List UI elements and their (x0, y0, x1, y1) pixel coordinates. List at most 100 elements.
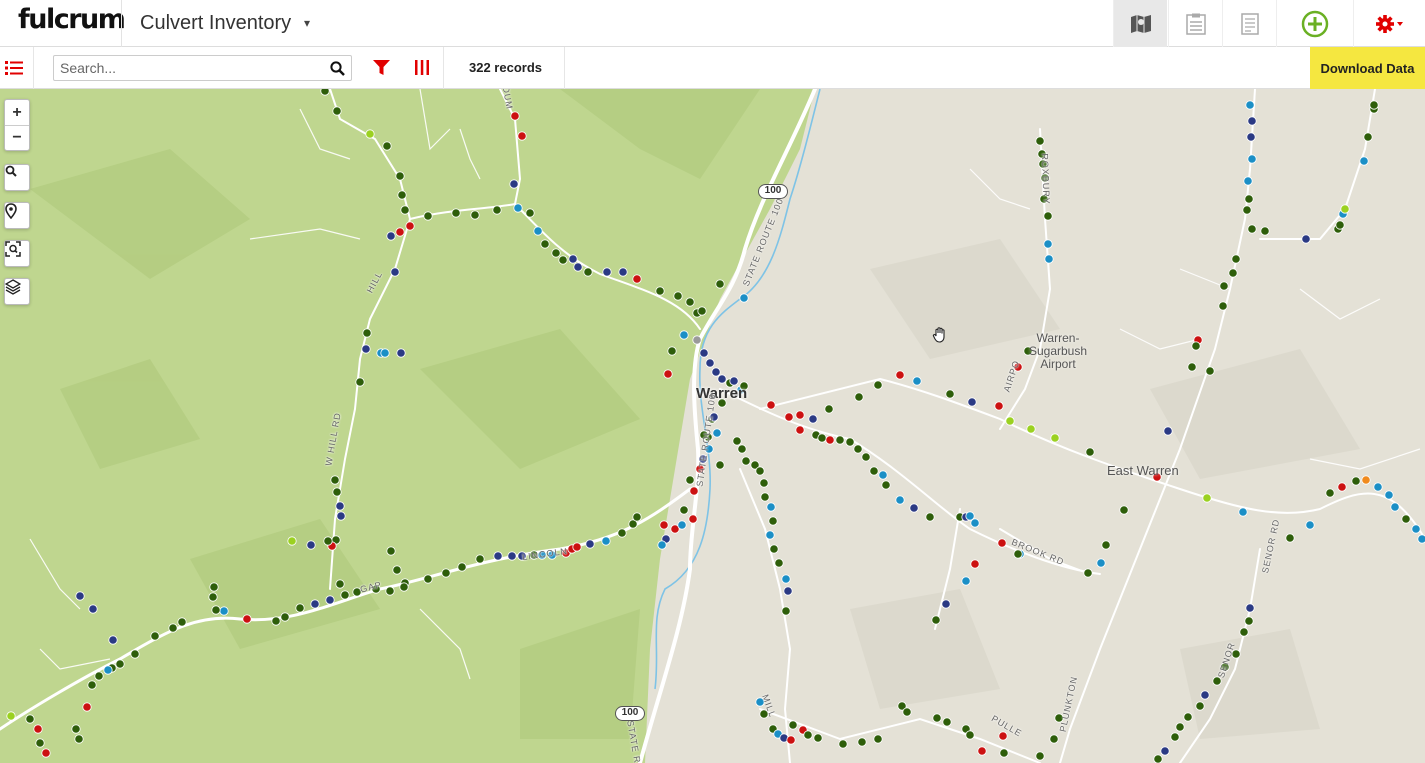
culvert-marker[interactable] (392, 565, 402, 575)
map-search-button[interactable] (5, 165, 29, 190)
culvert-marker[interactable] (130, 649, 140, 659)
culvert-marker[interactable] (150, 631, 160, 641)
culvert-marker[interactable] (755, 466, 765, 476)
culvert-marker[interactable] (895, 495, 905, 505)
culvert-marker[interactable] (1390, 502, 1400, 512)
columns-icon[interactable] (414, 60, 430, 75)
culvert-marker[interactable] (967, 397, 977, 407)
culvert-marker[interactable] (717, 374, 727, 384)
culvert-marker[interactable] (1335, 220, 1345, 230)
culvert-marker[interactable] (781, 606, 791, 616)
culvert-marker[interactable] (732, 436, 742, 446)
culvert-marker[interactable] (1244, 616, 1254, 626)
culvert-marker[interactable] (88, 604, 98, 614)
map-canvas[interactable]: + − Warren Warren-Sugarbush Airport East… (0, 89, 1425, 763)
culvert-marker[interactable] (618, 267, 628, 277)
culvert-marker[interactable] (507, 551, 517, 561)
culvert-marker[interactable] (697, 306, 707, 316)
culvert-marker[interactable] (1191, 341, 1201, 351)
culvert-marker[interactable] (108, 635, 118, 645)
culvert-marker[interactable] (1260, 226, 1270, 236)
culvert-marker[interactable] (1035, 136, 1045, 146)
culvert-marker[interactable] (525, 208, 535, 218)
culvert-marker[interactable] (632, 512, 642, 522)
culvert-marker[interactable] (1175, 722, 1185, 732)
culvert-marker[interactable] (94, 671, 104, 681)
culvert-marker[interactable] (1005, 416, 1015, 426)
culvert-marker[interactable] (396, 348, 406, 358)
culvert-marker[interactable] (1200, 690, 1210, 700)
add-record-button[interactable] (1276, 0, 1353, 47)
culvert-marker[interactable] (925, 512, 935, 522)
culvert-marker[interactable] (813, 733, 823, 743)
culvert-marker[interactable] (362, 328, 372, 338)
culvert-marker[interactable] (766, 400, 776, 410)
culvert-marker[interactable] (1245, 603, 1255, 613)
culvert-marker[interactable] (673, 291, 683, 301)
culvert-marker[interactable] (493, 551, 503, 561)
culvert-marker[interactable] (712, 428, 722, 438)
culvert-marker[interactable] (878, 470, 888, 480)
culvert-marker[interactable] (1244, 194, 1254, 204)
culvert-marker[interactable] (1247, 224, 1257, 234)
list-toggle-icon[interactable] (5, 61, 23, 75)
culvert-marker[interactable] (558, 255, 568, 265)
culvert-marker[interactable] (655, 286, 665, 296)
map-view-button[interactable] (1113, 0, 1167, 47)
filter-icon[interactable] (373, 60, 390, 76)
culvert-marker[interactable] (795, 425, 805, 435)
culvert-marker[interactable] (75, 591, 85, 601)
culvert-marker[interactable] (33, 724, 43, 734)
culvert-marker[interactable] (769, 544, 779, 554)
culvert-marker[interactable] (533, 226, 543, 236)
culvert-marker[interactable] (1231, 254, 1241, 264)
culvert-marker[interactable] (783, 586, 793, 596)
culvert-marker[interactable] (572, 542, 582, 552)
culvert-marker[interactable] (1218, 301, 1228, 311)
culvert-marker[interactable] (861, 452, 871, 462)
culvert-marker[interactable] (71, 724, 81, 734)
culvert-marker[interactable] (310, 599, 320, 609)
culvert-marker[interactable] (325, 595, 335, 605)
culvert-marker[interactable] (998, 731, 1008, 741)
culvert-marker[interactable] (677, 520, 687, 530)
culvert-marker[interactable] (845, 437, 855, 447)
culvert-marker[interactable] (1050, 433, 1060, 443)
culvert-marker[interactable] (1202, 493, 1212, 503)
culvert-marker[interactable] (380, 348, 390, 358)
culvert-marker[interactable] (585, 539, 595, 549)
culvert-marker[interactable] (965, 730, 975, 740)
zoom-in-button[interactable]: + (5, 100, 29, 125)
culvert-marker[interactable] (1238, 507, 1248, 517)
zoom-extent-button[interactable] (5, 241, 29, 266)
culvert-marker[interactable] (551, 248, 561, 258)
culvert-marker[interactable] (881, 480, 891, 490)
culvert-marker[interactable] (711, 367, 721, 377)
culvert-marker[interactable] (280, 612, 290, 622)
culvert-marker[interactable] (1219, 281, 1229, 291)
culvert-marker[interactable] (1301, 234, 1311, 244)
culvert-marker[interactable] (941, 599, 951, 609)
culvert-marker[interactable] (400, 205, 410, 215)
culvert-marker[interactable] (970, 518, 980, 528)
culvert-marker[interactable] (1195, 701, 1205, 711)
culvert-marker[interactable] (423, 574, 433, 584)
culvert-marker[interactable] (1242, 205, 1252, 215)
culvert-marker[interactable] (423, 211, 433, 221)
culvert-marker[interactable] (399, 582, 409, 592)
culvert-marker[interactable] (35, 738, 45, 748)
culvert-marker[interactable] (1417, 534, 1425, 544)
culvert-marker[interactable] (306, 540, 316, 550)
culvert-marker[interactable] (803, 730, 813, 740)
culvert-marker[interactable] (663, 369, 673, 379)
culvert-marker[interactable] (87, 680, 97, 690)
culvert-marker[interactable] (103, 665, 113, 675)
culvert-marker[interactable] (1369, 100, 1379, 110)
culvert-marker[interactable] (869, 466, 879, 476)
culvert-marker[interactable] (168, 623, 178, 633)
culvert-marker[interactable] (1183, 712, 1193, 722)
culvert-marker[interactable] (902, 707, 912, 717)
culvert-marker[interactable] (1163, 426, 1173, 436)
culvert-marker[interactable] (685, 297, 695, 307)
culvert-marker[interactable] (909, 503, 919, 513)
